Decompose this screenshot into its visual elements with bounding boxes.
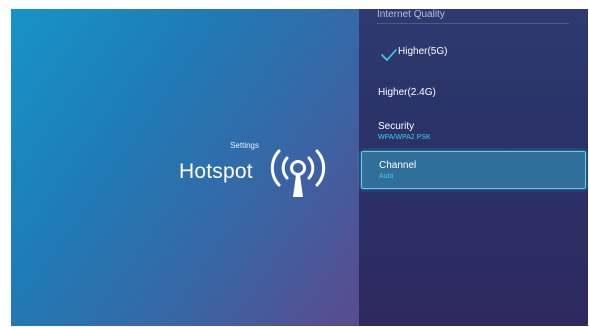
hotspot-options-menu: Internet Quality Higher(5G) Higher(2.4G)…: [359, 9, 588, 326]
option-security[interactable]: Security WPA/WPA2 PSK: [361, 121, 586, 149]
hotspot-info-panel: Settings Hotspot: [11, 9, 359, 326]
option-channel[interactable]: Channel Auto: [361, 151, 586, 189]
checkmark-icon: [381, 49, 397, 61]
page-title: Hotspot: [179, 160, 253, 183]
option-label: Security: [378, 121, 415, 132]
option-higher-5g[interactable]: Higher(5G): [361, 46, 586, 64]
settings-caption: Settings: [230, 141, 259, 150]
projector-settings-screen: Settings Hotspot Internet Quality Higher: [11, 9, 588, 326]
option-label: Higher(5G): [398, 46, 448, 57]
option-higher-2-4g[interactable]: Higher(2.4G): [361, 87, 586, 105]
channel-value: Auto: [379, 173, 394, 180]
option-label: Higher(2.4G): [378, 87, 436, 98]
security-value: WPA/WPA2 PSK: [378, 134, 431, 141]
wifi-hotspot-antenna-icon: [270, 149, 326, 197]
option-label: Channel: [379, 160, 417, 171]
section-header-internet-quality: Internet Quality: [377, 9, 569, 24]
